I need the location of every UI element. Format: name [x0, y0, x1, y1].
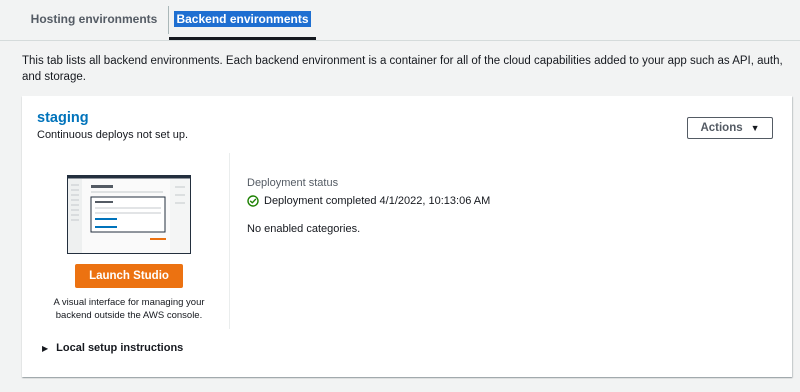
deployment-status: Deployment completed 4/1/2022, 10:13:06 …	[247, 195, 490, 207]
column-divider	[229, 153, 230, 329]
tab-backend-label: Backend environments	[174, 10, 311, 27]
environment-card: staging Continuous deploys not set up. A…	[22, 96, 792, 377]
caret-right-icon: ▶	[42, 343, 49, 353]
studio-illustration	[67, 175, 191, 254]
actions-label: Actions	[700, 122, 743, 134]
deployment-status-label: Deployment status	[247, 177, 339, 189]
tab-hosting-label: Hosting environments	[30, 11, 158, 26]
tab-bar: Hosting environments Backend environment…	[0, 0, 800, 41]
environment-name[interactable]: staging	[37, 110, 89, 126]
deployment-status-text: Deployment completed 4/1/2022, 10:13:06 …	[264, 195, 491, 207]
caret-down-icon: ▼	[750, 123, 760, 133]
environment-subtitle: Continuous deploys not set up.	[37, 129, 189, 141]
active-tab-indicator	[169, 37, 316, 40]
check-circle-icon	[247, 195, 259, 207]
categories-text: No enabled categories.	[247, 223, 361, 235]
local-setup-expander[interactable]: ▶ Local setup instructions	[42, 342, 183, 354]
tab-backend-environments[interactable]: Backend environments	[169, 0, 316, 37]
launch-studio-button[interactable]: Launch Studio	[75, 264, 183, 288]
studio-description: A visual interface for managing your bac…	[53, 297, 205, 321]
actions-button[interactable]: Actions ▼	[687, 117, 773, 139]
local-setup-label: Local setup instructions	[56, 342, 184, 354]
tab-hosting-environments[interactable]: Hosting environments	[20, 0, 168, 37]
intro-text: This tab lists all backend environments.…	[22, 55, 783, 83]
